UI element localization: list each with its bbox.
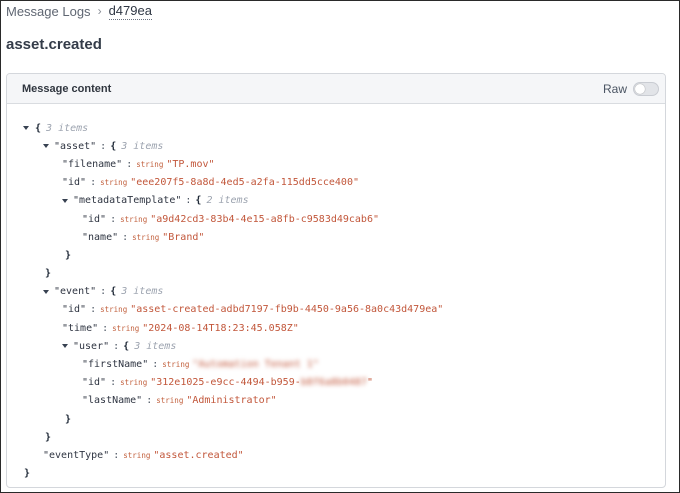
caret-down-icon[interactable] [62,344,68,349]
item-count-suffix: items [58,122,89,134]
breadcrumb: Message Logs › d479ea [6,2,152,20]
json-type-label: string [162,360,190,370]
brace-close: } [45,268,52,280]
raw-label: Raw [602,81,627,96]
item-count-number: 3 [121,286,128,298]
json-key: "id" [82,377,107,389]
json-tree: { 3 items "asset":{ 3 items "filename": … [7,104,665,483]
json-string-value: "a9d42cd3-83b4-4e15-a8fb-c9583d49cab6" [150,213,379,225]
json-key: "name" [82,231,119,243]
json-string-value: "asset-created-adbd7197-fb9b-4450-9a56-8… [130,304,444,316]
json-string-value: "eee207f5-8a8d-4ed5-a2fa-115dd5cce400" [130,177,359,189]
json-string-value-redacted: "Automation Tenant 1" [192,359,319,371]
json-string-value: "2024-08-14T18:23:45.058Z" [142,322,299,334]
json-string-value: "312e1025-e9cc-4494-b959- [150,377,301,389]
json-type-label: string [112,323,140,333]
json-row-template-id: "id": string "a9d42cd3-83b4-4e15-a8fb-c9… [82,213,379,225]
json-row-event-time: "time": string "2024-08-14T18:23:45.058Z… [62,322,299,334]
json-key: "lastName" [82,395,143,407]
json-key: "id" [62,304,87,316]
json-string-value: "Brand" [162,231,205,243]
json-key: "user" [73,340,110,352]
breadcrumb-message-logs-link[interactable]: Message Logs [6,4,91,19]
page-title: asset.created [6,36,102,53]
json-type-label: string [132,232,160,242]
json-row-first-name: "firstName": string "Automation Tenant 1… [82,359,319,371]
brace-close: } [24,468,31,480]
item-count-number: 2 [206,195,213,207]
json-row-event-id: "id": string "asset-created-adbd7197-fb9… [62,304,444,316]
json-type-label: string [156,396,184,406]
json-type-label: string [100,178,128,188]
json-row-event-type: "eventType": string "asset.created" [43,449,244,461]
brace-open: { [35,122,42,134]
json-type-label: string [120,214,148,224]
brace-close: } [65,249,72,261]
json-key: "metadataTemplate" [73,195,182,207]
caret-down-icon[interactable] [62,198,68,203]
json-root-open: { 3 items [7,119,665,137]
json-string-value-redacted: b8f6a8b0487 [300,377,367,389]
breadcrumb-current-id: d479ea [108,2,152,20]
item-count: 3 items [121,286,163,297]
json-row-asset-id: "id": string "eee207f5-8a8d-4ed5-a2fa-11… [62,177,359,189]
json-row-user-id: "id": string "312e1025-e9cc-4494-b959- b8… [82,377,373,389]
json-row-last-name: "lastName": string "Administrator" [82,395,277,407]
item-count: 3 items [46,123,88,134]
brace-close: } [45,431,52,443]
caret-down-icon[interactable] [23,126,29,131]
item-count: 3 items [134,341,176,352]
item-count-number: 3 [46,122,53,134]
json-key-asset: "asset":{ 3 items [7,137,665,155]
json-row-filename: "filename": string "TP.mov" [62,158,215,170]
item-count-suffix: items [218,195,249,207]
json-key: "id" [62,177,87,189]
json-type-label: string [100,305,128,315]
json-string-value: "Administrator" [186,395,277,407]
breadcrumb-separator: › [97,4,102,18]
item-count: 3 items [121,141,163,152]
raw-toggle-group: Raw [602,81,659,96]
json-string-quote: " [366,377,373,389]
json-type-label: string [136,159,164,169]
json-key: "time" [62,322,99,334]
panel-title: Message content [22,82,112,95]
json-type-label: string [120,378,148,388]
caret-down-icon[interactable] [43,289,49,294]
json-key: "eventType" [43,449,110,461]
panel-header: Message content Raw [7,74,665,104]
json-string-value: "asset.created" [153,449,244,461]
raw-toggle[interactable] [633,81,659,96]
json-key: "asset" [54,140,97,152]
caret-down-icon[interactable] [43,144,49,149]
item-count-suffix: items [133,140,164,152]
json-key-event: "event":{ 3 items [7,283,665,301]
json-key-metadata-template: "metadataTemplate":{ 2 items [7,192,665,210]
json-type-label: string [123,450,151,460]
json-key: "id" [82,213,107,225]
item-count-suffix: items [133,286,164,298]
item-count-number: 3 [134,340,141,352]
item-count-number: 3 [121,140,128,152]
json-row-template-name: "name": string "Brand" [82,231,205,243]
item-count-suffix: items [146,340,177,352]
toggle-knob [635,83,645,94]
item-count: 2 items [206,195,248,206]
json-key-user: "user":{ 3 items [7,337,665,355]
json-string-value: "TP.mov" [166,158,215,170]
json-key: "firstName" [82,359,149,371]
brace-close: } [65,413,72,425]
json-key: "event" [54,286,97,298]
json-key: "filename" [62,158,123,170]
message-content-panel: Message content Raw { 3 items "asset":{ … [6,73,666,488]
